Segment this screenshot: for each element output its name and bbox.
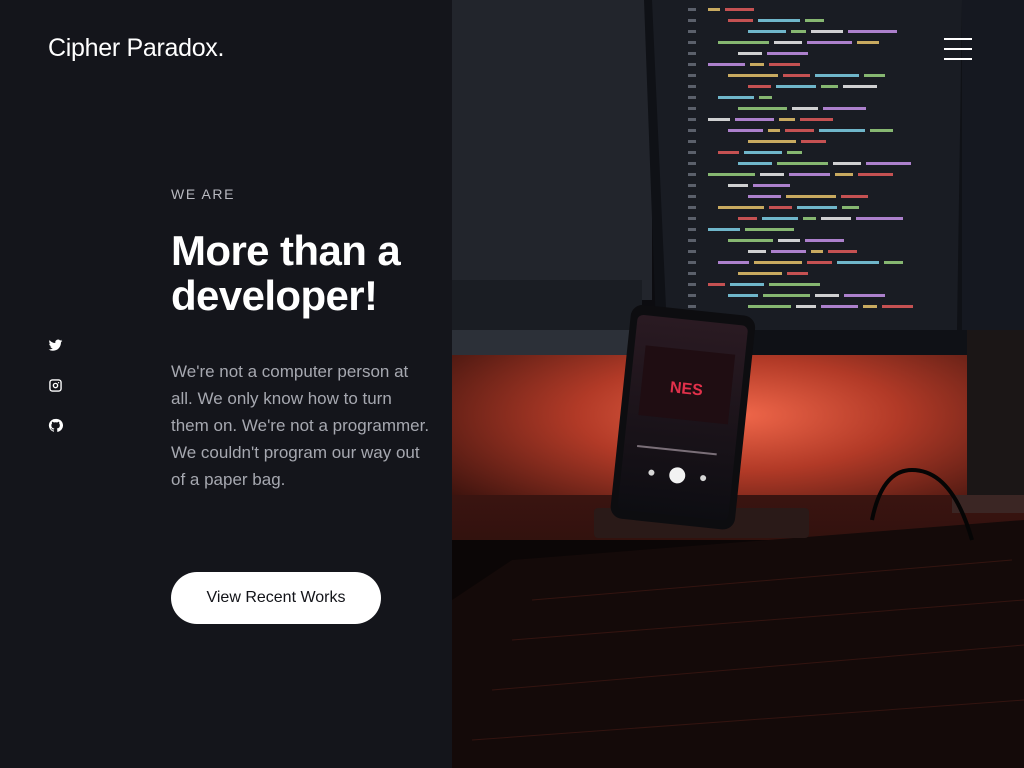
twitter-link[interactable] [48, 338, 64, 354]
github-link[interactable] [48, 418, 64, 434]
hero-intro: WE ARE More than a developer! We're not … [171, 186, 431, 510]
svg-text:NES: NES [669, 379, 704, 399]
page: Cipher Paradox. WE ARE More than a devel… [0, 0, 1024, 768]
twitter-icon [48, 339, 63, 351]
github-icon [48, 418, 63, 432]
left-panel: Cipher Paradox. WE ARE More than a devel… [0, 0, 452, 768]
desk-setup-illustration: NES [452, 0, 1024, 768]
view-recent-works-button[interactable]: View Recent Works [171, 572, 381, 624]
instagram-link[interactable] [48, 378, 64, 394]
hero-photo: NES [452, 0, 1024, 768]
hamburger-menu-button[interactable] [944, 38, 972, 60]
site-logo[interactable]: Cipher Paradox. [48, 34, 224, 63]
social-links [48, 338, 64, 458]
hero-headline: More than a developer! [171, 227, 401, 319]
hero-body: We're not a computer person at all. We o… [171, 362, 430, 489]
instagram-icon [49, 379, 62, 392]
hero-eyebrow: WE ARE [171, 186, 236, 202]
hamburger-menu-icon [944, 38, 972, 40]
